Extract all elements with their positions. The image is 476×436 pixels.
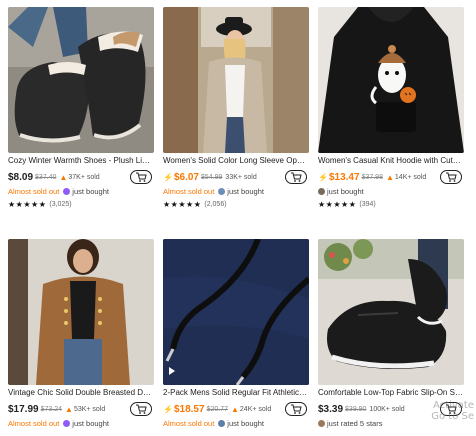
stock-status: Almost sold out xyxy=(163,187,215,196)
buyer-avatar xyxy=(318,188,325,195)
review-count: (394) xyxy=(359,201,376,208)
product-price: ⚡$13.47 xyxy=(318,172,360,183)
product-title[interactable]: 2-Pack Mens Solid Regular Fit Athletic J… xyxy=(163,388,309,398)
product-image[interactable] xyxy=(163,7,309,153)
watermark-line-1: Activate xyxy=(433,400,474,411)
lightning-icon: ⚡ xyxy=(163,172,173,182)
lightning-icon: ⚡ xyxy=(163,404,173,414)
product-price-value: $6.07 xyxy=(173,171,199,183)
product-image[interactable] xyxy=(8,239,154,385)
sold-count: 14K+ sold xyxy=(394,173,427,181)
add-to-cart-button[interactable] xyxy=(130,170,152,184)
activity-text: just bought xyxy=(327,187,364,196)
product-image[interactable] xyxy=(8,7,154,153)
price-row: ⚡$6.07 $54.99 33K+ sold xyxy=(163,169,309,185)
buyer-avatar xyxy=(218,420,226,427)
status-row: Almost sold out just bought xyxy=(163,187,309,196)
product-price-value: $18.57 xyxy=(173,403,205,415)
product-title[interactable]: Cozy Winter Warmth Shoes - Plush Line... xyxy=(8,156,154,166)
sold-count: 24K+ sold xyxy=(239,405,272,413)
star-icon: ★★★★★ xyxy=(163,200,202,209)
product-price-value: $13.47 xyxy=(328,171,360,183)
original-price: $39.90 xyxy=(345,405,367,413)
add-to-cart-button[interactable] xyxy=(440,170,462,184)
add-to-cart-icon xyxy=(446,172,457,182)
price-row: $8.09 $37.40 ▲ 37K+ sold xyxy=(8,169,154,185)
price-row: ⚡$18.57 $20.77 ▲ 24K+ sold xyxy=(163,401,309,417)
activity-text: just bought xyxy=(227,187,264,196)
review-count: (3,025) xyxy=(49,201,72,208)
status-row: Almost sold out just bought xyxy=(8,419,154,428)
rating-row: ★★★★★ (394) xyxy=(318,200,376,209)
original-price: $54.99 xyxy=(201,173,223,181)
product-title[interactable]: Vintage Chic Solid Double Breasted Dec..… xyxy=(8,388,154,398)
original-price: $37.98 xyxy=(361,173,383,181)
status-row: Almost sold out just bought xyxy=(163,419,309,428)
stock-status: Almost sold out xyxy=(8,187,60,196)
sold-count: 37K+ sold xyxy=(68,173,100,181)
sold-count: 53K+ sold xyxy=(73,405,106,413)
buyer-avatar xyxy=(63,188,71,195)
star-icon: ★★★★★ xyxy=(318,200,357,209)
watermark-line-2: Go to Se xyxy=(431,411,474,422)
product-price: $17.99 xyxy=(8,403,39,415)
original-price: $37.40 xyxy=(35,173,57,181)
buyer-avatar xyxy=(63,420,71,427)
product-title[interactable]: Women's Casual Knit Hoodie with Cute ... xyxy=(318,156,464,166)
activity-text: just bought xyxy=(72,187,109,196)
product-image[interactable] xyxy=(318,239,464,385)
add-to-cart-icon xyxy=(291,404,302,414)
flame-icon: ▲ xyxy=(230,404,239,414)
price-row: ⚡$13.47 $37.98 ▲ 14K+ sold xyxy=(318,169,464,185)
activation-watermark: Activate Go to Se xyxy=(431,400,474,422)
activity-text: just bought xyxy=(72,419,109,428)
product-price: ⚡$18.57 xyxy=(163,404,205,415)
original-price: $20.77 xyxy=(206,405,228,413)
lightning-icon: ⚡ xyxy=(318,172,328,182)
price-row: $17.99 $73.24 ▲ 53K+ sold xyxy=(8,401,154,417)
product-title[interactable]: Comfortable Low-Top Fabric Slip-On Sn... xyxy=(318,388,464,398)
add-to-cart-button[interactable] xyxy=(285,402,307,416)
activity-text: just bought xyxy=(227,419,264,428)
flame-icon: ▲ xyxy=(65,404,73,414)
rating-row: ★★★★★ (2,056) xyxy=(163,200,227,209)
product-price: $8.09 xyxy=(8,171,34,183)
product-price: $3.39 xyxy=(318,403,344,415)
flame-icon: ▲ xyxy=(385,172,394,182)
add-to-cart-icon xyxy=(136,172,147,182)
buyer-avatar xyxy=(318,420,325,427)
rating-row: ★★★★★ (3,025) xyxy=(8,200,72,209)
review-count: (2,056) xyxy=(204,201,227,208)
sold-count: 100K+ sold xyxy=(369,405,405,413)
flame-icon: ▲ xyxy=(59,172,68,182)
stock-status: Almost sold out xyxy=(8,419,60,428)
add-to-cart-button[interactable] xyxy=(285,170,307,184)
status-row: Almost sold out just bought xyxy=(8,187,154,196)
stock-status: Almost sold out xyxy=(163,419,215,428)
product-image[interactable] xyxy=(163,239,309,385)
buyer-avatar xyxy=(218,188,226,195)
product-price: ⚡$6.07 xyxy=(163,172,199,183)
product-image[interactable] xyxy=(318,7,464,153)
status-row: just bought xyxy=(318,187,464,196)
star-icon: ★★★★★ xyxy=(8,200,47,209)
activity-text: just rated 5 stars xyxy=(327,419,383,428)
sold-count: 33K+ sold xyxy=(225,173,257,181)
add-to-cart-icon xyxy=(291,172,302,182)
original-price: $73.24 xyxy=(40,405,63,413)
add-to-cart-icon xyxy=(136,404,147,414)
add-to-cart-button[interactable] xyxy=(130,402,152,416)
product-title[interactable]: Women's Solid Color Long Sleeve Open... xyxy=(163,156,309,166)
